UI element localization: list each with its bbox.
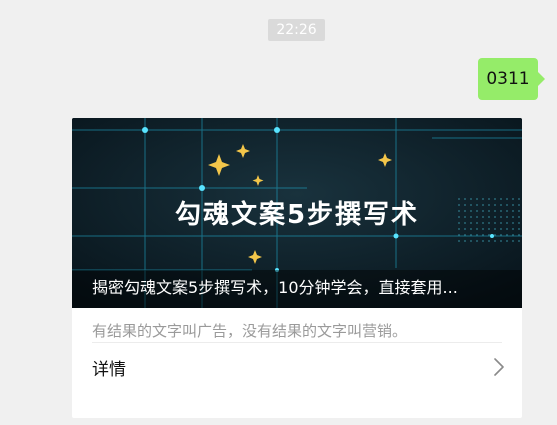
details-label: 详情 — [92, 359, 126, 380]
article-card[interactable]: 勾魂文案5步撰写术 揭密勾魂文案5步撰写术，10分钟学会，直接套用... 有结果… — [72, 118, 522, 418]
cover-title: 勾魂文案5步撰写术 — [175, 199, 419, 230]
cover-dot-pattern — [454, 196, 522, 244]
message-timestamp: 22:26 — [268, 19, 325, 41]
outgoing-message-bubble[interactable]: 0311 — [478, 58, 545, 100]
article-details-link[interactable]: 详情 — [72, 343, 522, 391]
article-summary: 有结果的文字叫广告，没有结果的文字叫营销。 — [92, 322, 408, 340]
chevron-right-icon — [494, 358, 504, 376]
article-cover[interactable]: 勾魂文案5步撰写术 揭密勾魂文案5步撰写术，10分钟学会，直接套用... — [72, 118, 522, 308]
article-title-caption: 揭密勾魂文案5步撰写术，10分钟学会，直接套用... — [72, 270, 522, 308]
